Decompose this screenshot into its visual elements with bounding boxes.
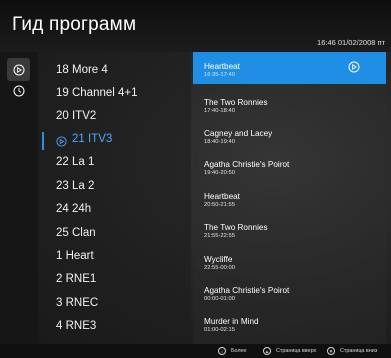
channel-item[interactable]: 4 RNE3 [56, 320, 96, 332]
program-time: 18:40-19:40 [204, 139, 235, 145]
program-time: 21:55-22:55 [204, 233, 235, 239]
page-down-label: Страница вниз [340, 348, 378, 354]
program-time: 16:35-17:40 [204, 72, 235, 78]
channel-item[interactable]: 1 Heart [56, 250, 94, 262]
channel-item[interactable]: 23 La 2 [56, 180, 94, 192]
program-time: 17:40-18:40 [204, 108, 235, 114]
more-label: Более [231, 348, 247, 354]
channel-item[interactable]: 22 La 1 [56, 156, 94, 168]
program-item[interactable]: Agatha Christie's Poirot 00:00-01:00 [193, 276, 386, 308]
program-item[interactable]: The Two Ronnies 21:55-22:55 [193, 213, 386, 245]
channel-item[interactable]: 20 ITV2 [56, 110, 96, 122]
play-circle-icon[interactable] [7, 58, 30, 81]
down-icon: ▼ [327, 347, 335, 355]
info-icon: i [218, 347, 226, 355]
program-item[interactable]: Heartbeat 20:50-21:55 [193, 182, 386, 214]
program-time: 01:00-02:15 [204, 327, 235, 333]
page-down-button[interactable]: ▼ Страница вниз [327, 346, 377, 356]
channel-item[interactable]: 24 24h [56, 203, 91, 215]
program-time: 20:50-21:55 [204, 202, 235, 208]
more-button[interactable]: i Более [218, 346, 247, 356]
clock: 16:46 01/02/2008 пт [317, 38, 385, 47]
page-up-button[interactable]: ▲ Страница вверх [263, 346, 316, 356]
channel-item[interactable]: 25 Clan [56, 227, 96, 239]
program-item[interactable]: Murder in Mind 01:00-02:15 [193, 307, 386, 339]
program-item[interactable]: Agatha Christie's Poirot 19:40-20:50 [193, 150, 386, 182]
program-list: Heartbeat 16:35-17:40 The Two Ronnies 17… [193, 52, 386, 344]
program-title: Cagney and Lacey [204, 129, 273, 138]
program-time: 22:55-00:00 [204, 265, 235, 271]
footer-bar: i Более ▲ Страница вверх ▼ Страница вниз [0, 344, 391, 358]
channel-item[interactable]: 18 More 4 [56, 64, 108, 76]
page-up-label: Страница вверх [276, 348, 317, 354]
program-item[interactable]: Wycliffe 22:55-00:00 [193, 245, 386, 277]
program-title: Heartbeat [204, 192, 240, 201]
channel-item-selected[interactable]: 21 ITV3 [72, 133, 112, 145]
program-title: Wycliffe [204, 255, 233, 264]
channel-item[interactable]: 2 RNE1 [56, 273, 96, 285]
program-title: Murder in Mind [204, 317, 259, 326]
clock-icon[interactable] [11, 83, 26, 98]
program-item[interactable]: The Two Ronnies 17:40-18:40 [193, 88, 386, 120]
page-title: Гид программ [12, 14, 137, 35]
play-circle-icon [348, 60, 360, 73]
up-icon: ▲ [263, 347, 271, 355]
program-item-selected[interactable]: Heartbeat 16:35-17:40 [193, 52, 386, 84]
program-title: Agatha Christie's Poirot [204, 160, 290, 169]
channel-item[interactable]: 3 RNEC [56, 297, 98, 309]
selection-indicator [42, 132, 44, 150]
program-title: The Two Ronnies [204, 223, 268, 232]
program-time: 00:00-01:00 [204, 296, 235, 302]
channel-list: 18 More 4 19 Channel 4+1 20 ITV2 21 ITV3… [38, 52, 191, 344]
channel-item[interactable]: 19 Channel 4+1 [56, 87, 138, 99]
play-circle-icon [56, 134, 68, 147]
program-item[interactable]: Cagney and Lacey 18:40-19:40 [193, 119, 386, 151]
left-rail [0, 52, 38, 344]
header-bar: Гид программ 16:46 01/02/2008 пт [0, 0, 391, 52]
program-title: The Two Ronnies [204, 98, 268, 107]
program-title: Agatha Christie's Poirot [204, 286, 290, 295]
program-time: 19:40-20:50 [204, 170, 235, 176]
program-title: Heartbeat [204, 62, 240, 71]
